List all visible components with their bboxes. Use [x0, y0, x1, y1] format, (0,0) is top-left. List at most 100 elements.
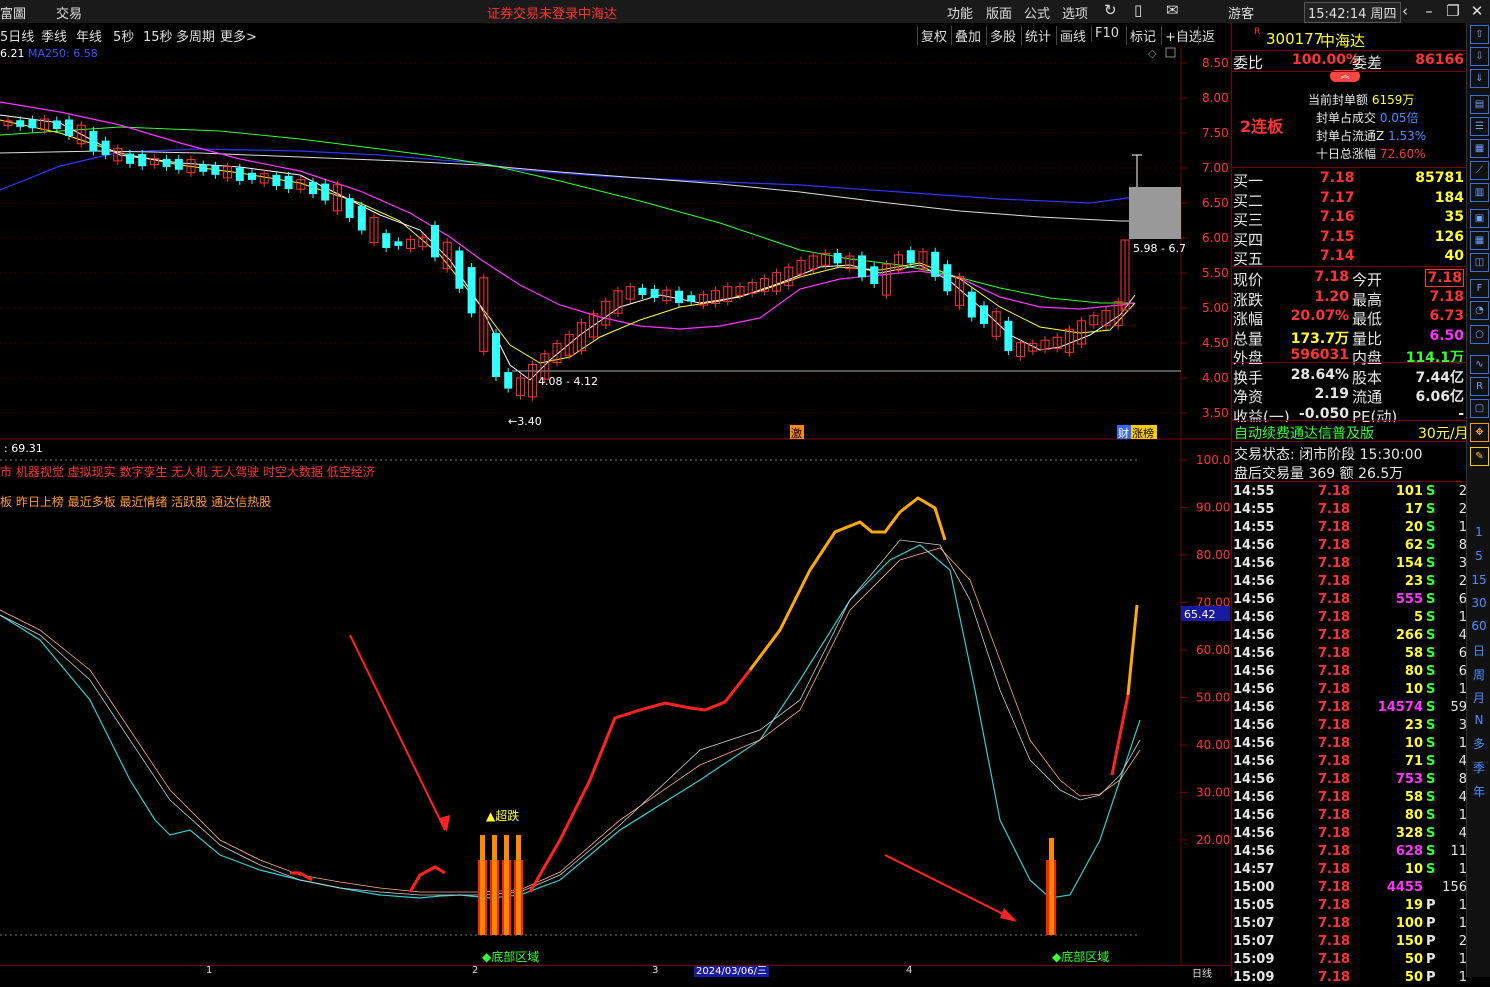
phone-icon[interactable]: ▯ [1134, 1, 1142, 19]
period-5day[interactable]: 5日线 [0, 26, 34, 45]
table2-icon[interactable]: ▦ [1470, 231, 1489, 250]
tick-row[interactable]: 14:56 7.18 62 S 8 [1232, 537, 1467, 555]
pen-icon[interactable]: ✎ [1470, 447, 1489, 466]
tick-row[interactable]: 14:56 7.18 58 S 4 [1232, 789, 1467, 807]
down-arrow-icon[interactable]: ⇩ [1470, 47, 1489, 66]
ad-price[interactable]: 30元/月 [1418, 423, 1469, 443]
period-shortcut[interactable]: 周 [1467, 666, 1490, 683]
period-shortcut[interactable]: 1 [1467, 525, 1490, 539]
btn-mark[interactable]: 标记 [1126, 26, 1159, 45]
period-shortcut[interactable]: 年 [1467, 783, 1490, 800]
bid-row[interactable]: 买四 7.15 126 [1232, 228, 1465, 249]
close-icon[interactable]: ✕ [1466, 1, 1488, 21]
chart2-icon[interactable]: ◫ [1470, 253, 1489, 272]
tick-row[interactable]: 15:07 7.18 100 P 1 [1232, 915, 1467, 933]
user-label[interactable]: 游客 [1228, 3, 1254, 22]
period-shortcut[interactable]: 多 [1467, 735, 1490, 752]
candlestick-chart[interactable]: 8.50 8.00 7.50 7.00 6.50 6.00 5.50 5.00 4.50 4.00… [0, 45, 1230, 440]
tick-row[interactable]: 14:57 7.18 10 S 1 [1232, 861, 1467, 879]
tick-row[interactable]: 14:56 7.18 5 S 1 [1232, 609, 1467, 627]
pie-icon[interactable]: ◔ [1470, 301, 1489, 320]
indicator-chart[interactable]: 100.090.0080.0070.0060.0050.0040.0030.00… [0, 440, 1230, 965]
list-icon[interactable]: ☰ [1470, 117, 1489, 136]
broker-name[interactable]: 中海达 [578, 3, 617, 22]
period-more[interactable]: 更多> [220, 26, 257, 45]
chart3-icon[interactable]: ▢ [1470, 399, 1489, 418]
tick-row[interactable]: 14:55 7.18 17 S 2 [1232, 501, 1467, 519]
crosshair-icon[interactable]: ✥ [1470, 423, 1489, 442]
table-icon[interactable]: ▦ [1470, 139, 1489, 158]
tick-row[interactable]: 14:56 7.18 80 S 1 [1232, 807, 1467, 825]
mail-icon[interactable]: ✉ [1166, 1, 1179, 19]
tick-row[interactable]: 14:56 7.18 14574 S 59 [1232, 699, 1467, 717]
period-15s[interactable]: 15秒 [143, 26, 173, 45]
wave-icon[interactable]: ∿ [1470, 355, 1489, 374]
btn-multistock[interactable]: 多股 [986, 26, 1019, 45]
period-shortcut[interactable]: 季 [1467, 759, 1490, 776]
stock-code[interactable]: 300177 [1266, 30, 1323, 48]
down-arrow2-icon[interactable]: ⇓ [1470, 69, 1489, 88]
back-icon[interactable]: ‹ [1394, 1, 1416, 21]
menu-layout[interactable]: 版面 [986, 3, 1012, 22]
tick-row[interactable]: 14:56 7.18 10 S 1 [1232, 681, 1467, 699]
tick-row[interactable]: 14:55 7.18 20 S 1 [1232, 519, 1467, 537]
tick-row[interactable]: 14:56 7.18 555 S 6 [1232, 591, 1467, 609]
minimize-icon[interactable]: – [1418, 1, 1440, 21]
tick-row[interactable]: 14:56 7.18 154 S 3 [1232, 555, 1467, 573]
tick-row[interactable]: 14:56 7.18 80 S 6 [1232, 663, 1467, 681]
rsi-icon[interactable]: R [1470, 377, 1489, 396]
period-shortcut[interactable]: 30 [1467, 596, 1490, 610]
tick-row[interactable]: 15:05 7.18 19 P 1 [1232, 897, 1467, 915]
tick-row[interactable]: 14:56 7.18 328 S 4 [1232, 825, 1467, 843]
tick-row[interactable]: 14:56 7.18 10 S 1 [1232, 735, 1467, 753]
bid-row[interactable]: 买二 7.17 184 [1232, 189, 1465, 210]
ji-marker[interactable]: 激 [791, 426, 802, 440]
maximize-icon[interactable]: ❐ [1442, 1, 1464, 21]
period-shortcut[interactable]: 60 [1467, 619, 1490, 633]
trend-icon[interactable]: ⟋ [1470, 161, 1489, 180]
period-shortcut[interactable]: N [1467, 713, 1490, 727]
stock-name[interactable]: 中海达 [1320, 30, 1365, 51]
period-multi[interactable]: 多周期 [176, 26, 215, 45]
menu-function[interactable]: 功能 [947, 3, 973, 22]
tick-row[interactable]: 14:56 7.18 628 S 11 [1232, 843, 1467, 861]
period-shortcut[interactable]: 5 [1467, 549, 1490, 563]
cai-marker[interactable]: 财 [1118, 426, 1129, 440]
menu-formula[interactable]: 公式 [1024, 3, 1050, 22]
period-year[interactable]: 年线 [76, 26, 102, 45]
diamond-icon[interactable]: ◇ [1148, 47, 1157, 60]
tick-row[interactable]: 14:56 7.18 58 S 6 [1232, 645, 1467, 663]
tick-row[interactable]: 15:09 7.18 50 P 1 [1232, 969, 1467, 987]
tick-row[interactable]: 14:56 7.18 71 S 4 [1232, 753, 1467, 771]
btn-fuquan[interactable]: 复权 [917, 26, 950, 45]
period-season[interactable]: 季线 [41, 26, 67, 45]
bid-row[interactable]: 买一 7.18 85781 [1232, 169, 1465, 190]
tick-row[interactable]: 14:56 7.18 266 S 4 [1232, 627, 1467, 645]
period-label[interactable]: 日线 [1192, 965, 1212, 980]
circle-icon[interactable]: ○ [1470, 325, 1489, 344]
detail-icon[interactable]: ▣ [1470, 209, 1489, 228]
btn-overlay[interactable]: 叠加 [951, 26, 984, 45]
menu-options[interactable]: 选项 [1062, 3, 1088, 22]
login-status[interactable]: 证券交易未登录 [487, 3, 578, 22]
bid-row[interactable]: 买五 7.14 40 [1232, 247, 1465, 268]
period-5s[interactable]: 5秒 [113, 26, 134, 45]
tick-row[interactable]: 14:55 7.18 101 S 2 [1232, 483, 1467, 501]
btn-draw[interactable]: 画线 [1056, 26, 1089, 45]
period-shortcut[interactable]: 日 [1467, 642, 1490, 659]
period-shortcut[interactable]: 15 [1467, 573, 1490, 587]
bid-row[interactable]: 买三 7.16 35 [1232, 208, 1465, 229]
btn-stats[interactable]: 统计 [1021, 26, 1054, 45]
tick-row[interactable]: 14:56 7.18 23 S 3 [1232, 717, 1467, 735]
zhangbang-marker[interactable]: 涨榜 [1132, 426, 1154, 440]
grid-icon[interactable]: ▥ [1470, 183, 1489, 202]
btn-f10[interactable]: F10 [1091, 26, 1122, 41]
ad-banner[interactable]: 自动续费通达信普及版 [1234, 423, 1374, 443]
tick-row[interactable]: 15:07 7.18 150 P 2 [1232, 933, 1467, 951]
trade-menu[interactable]: 交易 [56, 3, 82, 22]
tick-row[interactable]: 15:09 7.18 50 P 1 [1232, 951, 1467, 969]
period-shortcut[interactable]: 月 [1467, 689, 1490, 706]
fiz-icon[interactable]: F [1470, 279, 1489, 298]
tick-row[interactable]: 14:56 7.18 753 S 8 [1232, 771, 1467, 789]
tick-row[interactable]: 14:56 7.18 23 S 2 [1232, 573, 1467, 591]
